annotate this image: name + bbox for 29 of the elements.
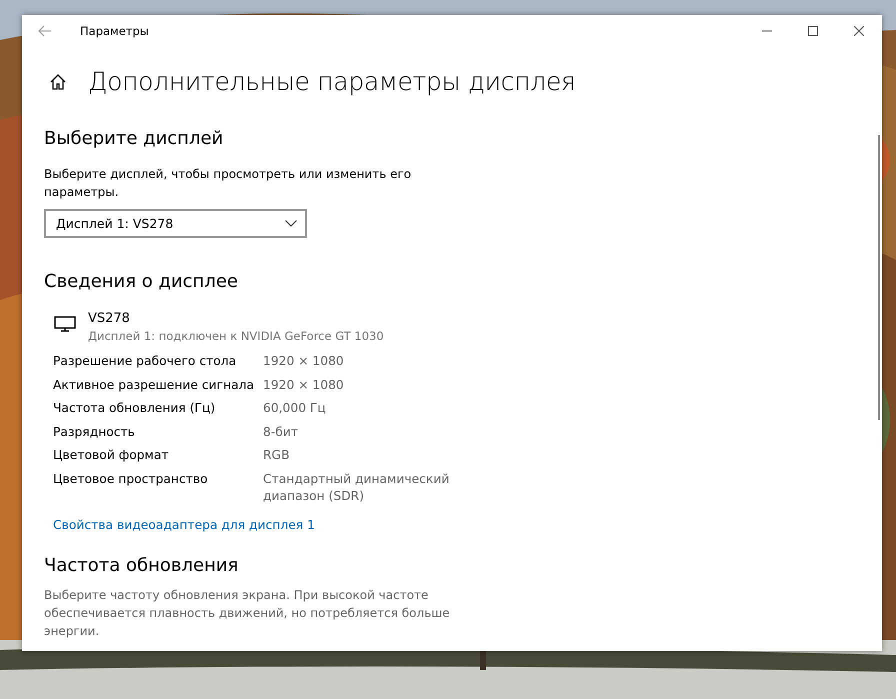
property-value: 1920 × 1080 — [263, 376, 345, 394]
section-heading: Выберите дисплей — [44, 128, 224, 149]
section-heading: Частота обновления — [44, 554, 240, 576]
section-heading: Сведения о дисплее — [44, 271, 239, 292]
property-label: Разрешение рабочего стола — [53, 353, 238, 370]
property-value: RGB — [263, 447, 291, 464]
section-description: Выберите дисплей, чтобы просмотреть или изменить его параметры. — [44, 166, 412, 201]
adapter-properties-link[interactable]: Свойства видеоадаптера для дисплея 1 — [53, 518, 315, 532]
monitor-subtitle: Дисплей 1: подключен к NVIDIA GeForce GT 1030 — [88, 329, 384, 343]
page-title: Дополнительные параметры дисплея — [88, 67, 576, 96]
maximize-icon[interactable] — [808, 26, 818, 36]
display-dropdown[interactable]: Дисплей 1: VS278 — [44, 209, 307, 238]
property-value: 1920 × 1080 — [263, 353, 345, 370]
chevron-icon — [285, 220, 297, 227]
property-label: Цветовой формат — [53, 447, 170, 464]
property-value: 8-бит — [263, 424, 299, 440]
property-value: Стандартный динамический диапазон (SDR) — [263, 470, 450, 505]
close-icon[interactable] — [854, 26, 864, 36]
back-arrow-icon[interactable] — [38, 25, 52, 37]
property-label: Активное разрешение сигнала — [53, 376, 256, 394]
property-label: Цветовое пространство — [53, 470, 209, 488]
monitor-name: VS278 — [88, 311, 131, 326]
home-icon[interactable] — [49, 72, 67, 90]
property-value: 60,000 Гц — [263, 400, 327, 417]
property-label: Разрядность — [53, 424, 136, 440]
monitor-icon — [54, 316, 76, 332]
property-label: Частота обновления (Гц) — [53, 400, 216, 417]
section-description: Выберите частоту обновления экрана. При высокой частоте обеспечивается плавность движений, но потребляется больше энергии. — [44, 586, 451, 640]
window-title: Параметры — [80, 24, 150, 38]
